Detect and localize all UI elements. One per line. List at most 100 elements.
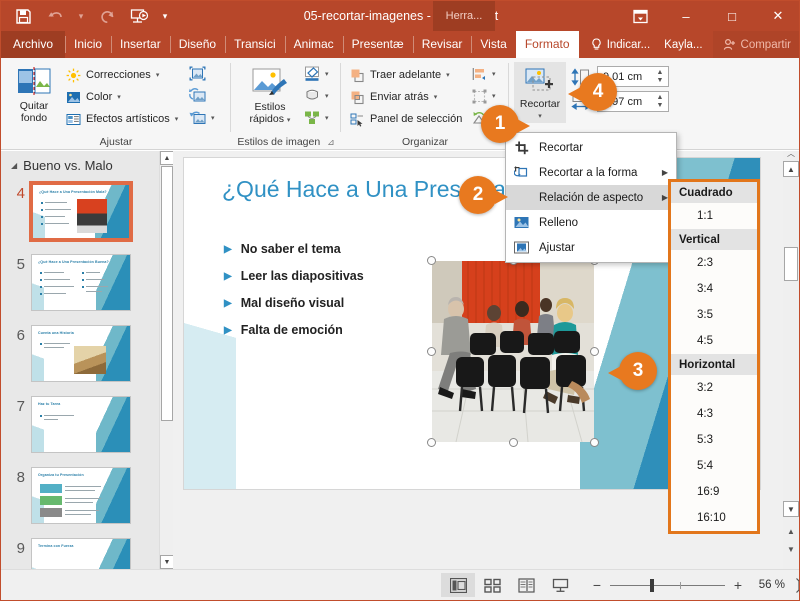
slide-thumbnail-8[interactable]: 8 Organiza tu Presentación	[1, 467, 173, 524]
chevron-down-icon[interactable]: ▾	[156, 71, 160, 79]
corrections-button[interactable]: Correcciones ▾	[63, 64, 181, 86]
slide-thumbnail-7[interactable]: 7 Haz tu Tarea	[1, 396, 173, 453]
dialog-box-launcher-icon[interactable]: ⊿	[327, 137, 335, 147]
thumbnail-image[interactable]: ¿Qué Hace a Una Presentación Mala?	[29, 181, 133, 242]
undo-dropdown-icon[interactable]: ▾	[71, 2, 91, 30]
slide-thumbnail-5[interactable]: 5 ¿Qué Hace a Una Presentación Buena?	[1, 254, 173, 311]
tab-inicio[interactable]: Inicio	[65, 31, 111, 58]
menu-item-ajustar[interactable]: Ajustar	[506, 235, 676, 260]
crop-button[interactable]: Recortar ▾	[514, 62, 566, 123]
slide-area-scrollbar[interactable]: ︿ ▲ ▼ ▲ ▼	[783, 149, 799, 569]
group-objects-button[interactable]: ▾	[469, 85, 499, 107]
slide-bullet-list[interactable]: ▶ No saber el tema ▶ Leer las diapositivas…	[224, 242, 364, 350]
tab-presentacion[interactable]: Presentæ	[342, 31, 413, 58]
undo-icon[interactable]	[39, 2, 71, 30]
picture-layout-button[interactable]: ▾	[301, 107, 332, 129]
menu-item-relacion-de-aspecto[interactable]: Relación de aspecto ▶	[506, 185, 676, 210]
chevron-down-icon[interactable]: ▾	[117, 93, 121, 101]
section-header[interactable]: ◢ Bueno vs. Malo	[1, 151, 173, 177]
thumbnail-image[interactable]: ¿Qué Hace a Una Presentación Buena?	[31, 254, 131, 311]
aspect-ratio-3-2[interactable]: 3:2	[671, 375, 757, 401]
tab-formato[interactable]: Formato	[515, 31, 579, 58]
customize-quick-access-icon[interactable]: ▾	[155, 2, 175, 30]
chevron-down-icon[interactable]: ▾	[325, 92, 329, 100]
scroll-up-button[interactable]: ▲	[783, 161, 799, 177]
thumbnail-pane-scrollbar[interactable]: ▲ ▼	[159, 151, 173, 569]
menu-item-recortar[interactable]: Recortar	[506, 135, 676, 160]
remove-background-button[interactable]: Quitar fondo	[5, 62, 63, 124]
selected-picture[interactable]	[427, 256, 599, 447]
scroll-down-button[interactable]: ▼	[160, 555, 173, 569]
change-picture-button[interactable]	[186, 85, 218, 107]
resize-handle-w[interactable]	[427, 347, 436, 356]
height-spinner[interactable]: ▲ ▼	[653, 67, 667, 86]
align-objects-button[interactable]: ▾	[469, 63, 499, 85]
picture-border-button[interactable]: ▾	[301, 63, 332, 85]
resize-handle-nw[interactable]	[427, 256, 436, 265]
zoom-slider[interactable]	[610, 578, 725, 592]
previous-slide-icon[interactable]: ▲	[783, 523, 799, 539]
tab-diseno[interactable]: Diseño	[169, 31, 225, 58]
tab-transiciones[interactable]: Transici	[225, 31, 285, 58]
aspect-ratio-5-4[interactable]: 5:4	[671, 453, 757, 479]
picture-effects-button[interactable]: ▾	[301, 85, 332, 107]
picture-content[interactable]	[432, 261, 594, 442]
resize-handle-s[interactable]	[508, 438, 518, 447]
thumbnail-image[interactable]: Cuenta una Historia	[31, 325, 131, 382]
aspect-ratio-3-4[interactable]: 3:4	[671, 276, 757, 302]
zoom-out-button[interactable]: −	[591, 577, 603, 593]
compress-pictures-button[interactable]	[186, 63, 218, 85]
bring-forward-button[interactable]: Traer adelante ▾	[347, 64, 465, 86]
zoom-slider-handle[interactable]	[650, 578, 654, 592]
aspect-ratio-4-3[interactable]: 4:3	[671, 401, 757, 427]
slide-thumbnail-4[interactable]: 4 ¿Qué Hace a Una Presentación Mala?	[1, 181, 173, 242]
chevron-down-icon[interactable]: ▾	[325, 70, 329, 78]
chevron-down-icon[interactable]: ▾	[434, 93, 438, 101]
next-slide-icon[interactable]: ▼	[783, 541, 799, 557]
close-button[interactable]: ✕	[755, 1, 799, 31]
chevron-down-icon[interactable]: ▾	[492, 70, 496, 78]
zoom-in-button[interactable]: +	[732, 577, 744, 593]
crop-context-menu[interactable]: Recortar Recortar a la forma ▶ Relación …	[505, 132, 677, 263]
chevron-down-icon[interactable]: ▾	[492, 92, 496, 100]
tab-animaciones[interactable]: Animac	[284, 31, 343, 58]
thumbnail-image[interactable]: Haz tu Tarea	[31, 396, 131, 453]
normal-view-button[interactable]	[441, 573, 475, 597]
slide-thumbnail-9[interactable]: 9 Termina con Fuerza	[1, 538, 173, 569]
thumbnail-image[interactable]: Organiza tu Presentación	[31, 467, 131, 524]
resize-handle-se[interactable]	[590, 438, 599, 447]
chevron-down-icon[interactable]: ▾	[175, 115, 179, 123]
crop-dropdown-icon[interactable]: ▾	[538, 111, 542, 123]
slideshow-button[interactable]	[543, 573, 577, 597]
ribbon-display-options-icon[interactable]	[617, 1, 663, 31]
account-name[interactable]: Kayla...	[664, 39, 712, 51]
scrollbar-thumb[interactable]	[784, 247, 798, 281]
share-button[interactable]: Compartir	[712, 31, 799, 58]
tab-vista[interactable]: Vista	[471, 31, 515, 58]
maximize-button[interactable]: □	[709, 1, 755, 31]
aspect-ratio-5-3[interactable]: 5:3	[671, 427, 757, 453]
aspect-ratio-2-3[interactable]: 2:3	[671, 250, 757, 276]
thumbnail-image[interactable]: Termina con Fuerza	[31, 538, 131, 569]
menu-item-recortar-a-la-forma[interactable]: Recortar a la forma ▶	[506, 160, 676, 185]
chevron-down-icon[interactable]: ▾	[211, 114, 215, 122]
tell-me-search[interactable]: Indicar...	[591, 37, 664, 52]
aspect-ratio-4-5[interactable]: 4:5	[671, 328, 757, 354]
tab-archivo[interactable]: Archivo	[1, 31, 66, 58]
scrollbar-thumb[interactable]	[161, 166, 173, 421]
aspect-ratio-16-10[interactable]: 16:10	[671, 505, 757, 531]
redo-icon[interactable]	[91, 2, 123, 30]
minimize-button[interactable]: –	[663, 1, 709, 31]
zoom-percentage[interactable]: 56 %	[751, 579, 785, 591]
picture-quick-styles-button[interactable]: Estilos rápidos ▾	[241, 62, 299, 127]
color-button[interactable]: Color ▾	[63, 86, 181, 108]
scroll-down-button[interactable]: ▼	[783, 501, 799, 517]
fit-slide-to-window-button[interactable]	[792, 574, 799, 596]
chevron-down-icon[interactable]: ▾	[446, 71, 450, 79]
scroll-up-button[interactable]: ▲	[160, 151, 173, 165]
aspect-ratio-16-9[interactable]: 16:9	[671, 479, 757, 505]
aspect-ratio-1-1[interactable]: 1:1	[671, 203, 757, 229]
aspect-ratio-submenu[interactable]: Cuadrado 1:1 Vertical 2:3 3:4 3:5 4:5 Ho…	[668, 179, 760, 534]
slide-thumbnail-6[interactable]: 6 Cuenta una Historia	[1, 325, 173, 382]
menu-item-relleno[interactable]: Relleno	[506, 210, 676, 235]
